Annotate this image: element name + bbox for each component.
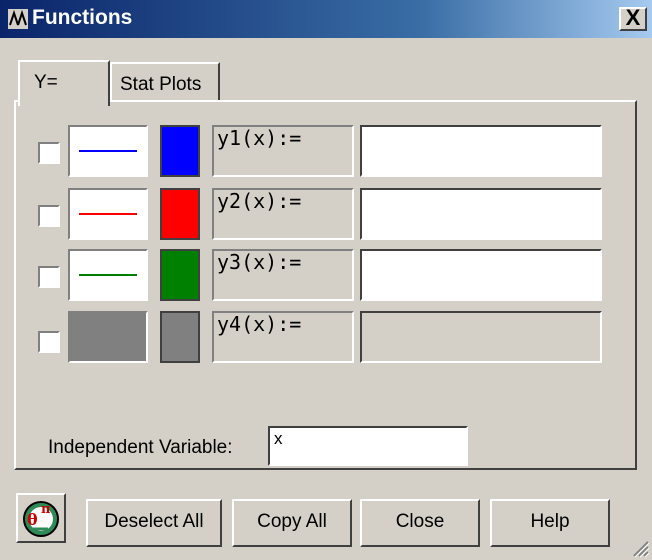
logo-graphic: θ π — [23, 501, 59, 537]
y1-line-style[interactable] — [68, 125, 148, 177]
y2-checkbox[interactable] — [38, 205, 60, 227]
close-icon[interactable]: X — [619, 7, 647, 31]
y2-color-swatch[interactable] — [160, 188, 200, 240]
y1-line-sample — [79, 150, 137, 152]
y1-input[interactable] — [360, 125, 602, 177]
tab-y-equals-label: Y= — [34, 72, 58, 93]
deselect-all-button[interactable]: Deselect All — [86, 499, 222, 547]
y4-checkbox[interactable] — [38, 331, 60, 353]
functions-app-icon — [8, 9, 28, 29]
y3-checkbox[interactable] — [38, 266, 60, 288]
svg-text:π: π — [41, 502, 51, 517]
y3-line-style[interactable] — [68, 249, 148, 301]
y1-color-swatch[interactable] — [160, 125, 200, 177]
title-bar[interactable]: Functions X — [0, 0, 652, 38]
help-button[interactable]: Help — [490, 499, 610, 547]
resize-grip-icon[interactable] — [628, 536, 650, 558]
functions-window: Functions X Y= Stat Plots y1(x):= y2(x):… — [0, 0, 652, 560]
y4-line-style — [68, 311, 148, 363]
y3-label: y3(x):= — [212, 249, 354, 301]
y3-color-swatch[interactable] — [160, 249, 200, 301]
y3-line-sample — [79, 274, 137, 276]
tab-stat-plots-label: Stat Plots — [120, 74, 202, 95]
theta-pi-logo-icon[interactable]: θ π — [16, 493, 66, 543]
y2-line-style[interactable] — [68, 188, 148, 240]
independent-variable-label: Independent Variable: — [48, 437, 233, 458]
y4-label: y4(x):= — [212, 311, 354, 363]
copy-all-button[interactable]: Copy All — [232, 499, 352, 547]
y4-color-swatch — [160, 311, 200, 363]
y1-checkbox[interactable] — [38, 142, 60, 164]
window-title: Functions — [32, 6, 133, 29]
y2-line-sample — [79, 213, 137, 215]
close-button[interactable]: Close — [360, 499, 480, 547]
y2-label: y2(x):= — [212, 188, 354, 240]
y3-input[interactable] — [360, 249, 602, 301]
y2-input[interactable] — [360, 188, 602, 240]
svg-text:θ: θ — [27, 510, 38, 529]
y4-input — [360, 311, 602, 363]
tab-y-equals[interactable]: Y= — [18, 60, 110, 106]
independent-variable-input[interactable]: x — [268, 426, 468, 466]
y1-label: y1(x):= — [212, 125, 354, 177]
tab-stat-plots[interactable]: Stat Plots — [110, 62, 220, 104]
